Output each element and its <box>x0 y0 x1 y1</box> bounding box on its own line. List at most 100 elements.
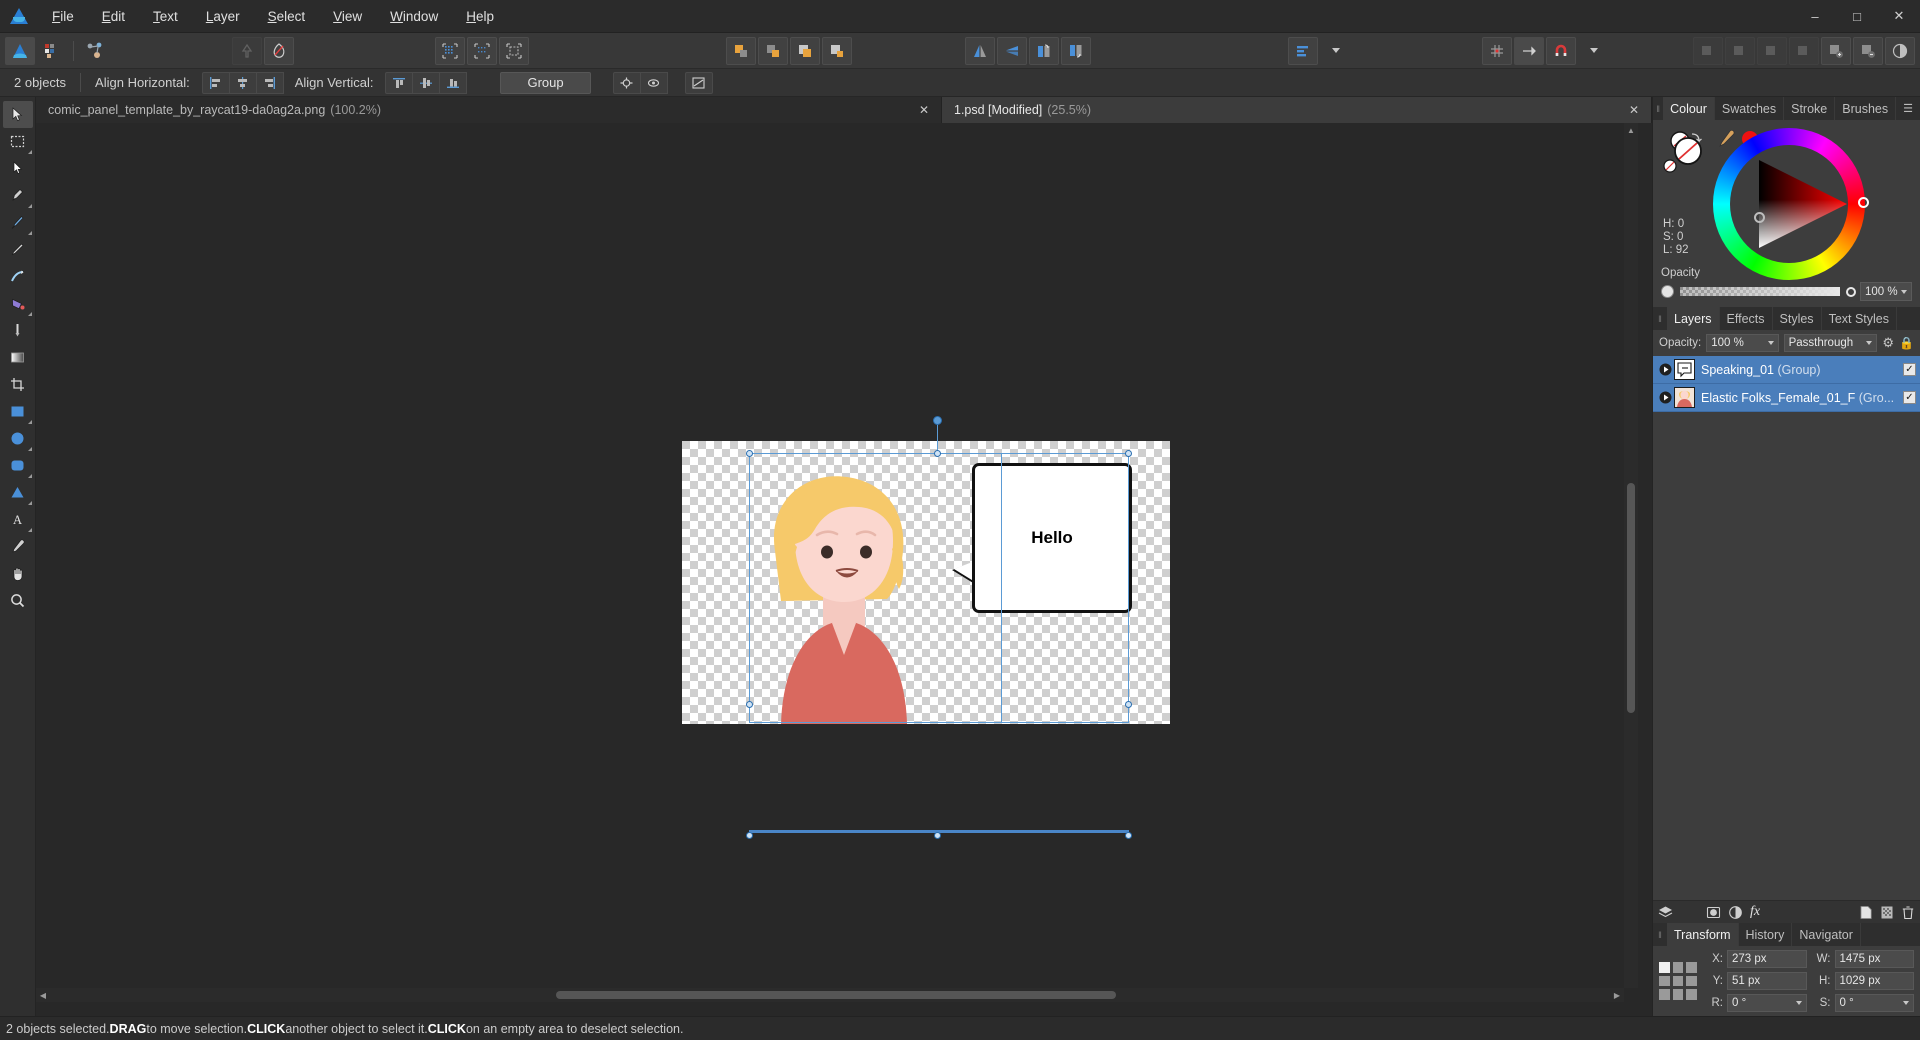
redo-icon[interactable] <box>264 36 295 65</box>
colour-wheel[interactable] <box>1713 128 1869 280</box>
rotation-handle[interactable] <box>933 416 942 425</box>
tab-swatches[interactable]: Swatches <box>1715 97 1785 120</box>
layer-stack-icon[interactable] <box>1658 905 1673 920</box>
move-back-icon[interactable] <box>822 36 853 65</box>
move-tool-icon[interactable] <box>2 101 33 128</box>
scroll-right-arrow[interactable]: ▶ <box>1610 988 1624 1002</box>
pen-tool-icon[interactable] <box>3 182 33 209</box>
zoom-pixel-icon[interactable] <box>1757 36 1787 65</box>
layer-visibility-checkbox[interactable]: ✓ <box>1903 363 1916 376</box>
persona-export-icon[interactable] <box>80 37 110 65</box>
menu-layer[interactable]: Layer <box>192 4 254 29</box>
vector-brush-tool-icon[interactable] <box>3 263 33 290</box>
align-center-vertical-icon[interactable] <box>412 71 441 94</box>
zoom-fit-icon[interactable] <box>1693 36 1723 65</box>
selection-handle-tr[interactable] <box>1125 450 1132 457</box>
selection-handle-bm[interactable] <box>934 832 941 839</box>
rotate-right-icon[interactable] <box>1061 36 1092 65</box>
sv-handle[interactable] <box>1754 212 1765 223</box>
pixel-selection-icon[interactable] <box>435 36 466 65</box>
zoom-in-icon[interactable] <box>1821 36 1851 65</box>
document-tab-psd-close[interactable]: ✕ <box>1611 103 1639 117</box>
canvas-vertical-scrollbar[interactable]: ▲ <box>1624 123 1638 988</box>
blend-mode-caret-icon[interactable] <box>1866 341 1873 345</box>
blend-mode-field[interactable]: Passthrough <box>1783 334 1878 352</box>
expand-layer-icon[interactable] <box>1657 363 1674 376</box>
close-button[interactable]: ✕ <box>1878 0 1920 32</box>
layer-visibility-checkbox[interactable]: ✓ <box>1903 391 1916 404</box>
rounded-rectangle-tool-icon[interactable] <box>3 452 33 479</box>
layers-panel-grip[interactable]: ‖ <box>1653 307 1667 330</box>
selection-handle-br[interactable] <box>1125 832 1132 839</box>
scroll-left-arrow[interactable]: ◀ <box>36 988 50 1002</box>
document-tab-psd[interactable]: 1.psd [Modified] (25.5%) ✕ <box>942 97 1653 123</box>
document-tab-png-close[interactable]: ✕ <box>901 103 929 117</box>
alignment-icon[interactable] <box>1287 36 1318 65</box>
lock-icon[interactable]: 🔒 <box>1899 336 1914 350</box>
transform-h-field[interactable]: 1029 px <box>1834 972 1914 990</box>
hide-align-icon[interactable] <box>639 71 668 94</box>
refine-selection-icon[interactable] <box>467 36 498 65</box>
add-mask-icon[interactable] <box>1880 905 1894 920</box>
document-tab-png[interactable]: comic_panel_template_by_raycat19-da0ag2a… <box>36 97 942 123</box>
table-row[interactable]: Elastic Folks_Female_01_F (Gro... ✓ <box>1653 384 1920 412</box>
horizontal-scroll-thumb[interactable] <box>556 991 1116 999</box>
transform-r-field[interactable]: 0 ° <box>1727 994 1807 1012</box>
move-backward-icon[interactable] <box>790 36 821 65</box>
table-row[interactable]: Speaking_01 (Group) ✓ <box>1653 356 1920 384</box>
pencil-tool-icon[interactable] <box>3 236 33 263</box>
transform-r-caret-icon[interactable] <box>1795 1001 1802 1005</box>
zoom-selection-icon[interactable] <box>1789 36 1819 65</box>
maximize-button[interactable]: □ <box>1836 0 1878 32</box>
layer-opacity-field[interactable]: 100 % <box>1706 334 1779 352</box>
canvas-horizontal-scrollbar[interactable]: ◀ ▶ <box>36 988 1624 1002</box>
view-pan-tool-icon[interactable] <box>3 560 33 587</box>
hue-handle[interactable] <box>1858 197 1869 208</box>
snapping-caret[interactable] <box>1578 37 1608 65</box>
menu-view[interactable]: View <box>319 4 376 29</box>
rectangle-tool-icon[interactable] <box>3 398 33 425</box>
selection-from-layer-icon[interactable] <box>499 36 530 65</box>
transform-w-field[interactable]: 1475 px <box>1834 950 1914 968</box>
tab-transform[interactable]: Transform <box>1667 923 1739 946</box>
scroll-up-arrow[interactable]: ▲ <box>1624 123 1638 137</box>
tab-text-styles[interactable]: Text Styles <box>1822 307 1897 330</box>
menu-select[interactable]: Select <box>254 4 320 29</box>
menu-edit[interactable]: Edit <box>88 4 139 29</box>
zoom-out-icon[interactable] <box>1853 36 1883 65</box>
layer-name[interactable]: Speaking_01 (Group) <box>1701 363 1821 377</box>
transform-x-field[interactable]: 273 px <box>1727 950 1807 968</box>
canvas-surface[interactable]: Hello ▲ ◀ ▶ <box>36 123 1638 1002</box>
selection-handle-ml[interactable] <box>746 701 753 708</box>
opacity-slider-handle[interactable] <box>1846 286 1856 297</box>
opacity-value-field[interactable]: 100 % <box>1860 282 1912 301</box>
transform-anchor-selector[interactable] <box>1659 962 1697 1000</box>
zoom-tool-icon[interactable] <box>3 587 33 614</box>
transform-s-field[interactable]: 0 ° <box>1834 994 1914 1012</box>
align-to-target-icon[interactable] <box>612 71 641 94</box>
fill-tool-icon[interactable] <box>3 290 33 317</box>
transform-panel-grip[interactable]: ‖ <box>1653 923 1667 946</box>
align-left-icon[interactable] <box>201 71 230 94</box>
align-center-horizontal-icon[interactable] <box>228 71 257 94</box>
selection-handle-tl[interactable] <box>746 450 753 457</box>
show-snapping-axis-icon[interactable] <box>1513 36 1544 65</box>
opacity-slider[interactable] <box>1680 287 1840 296</box>
move-front-icon[interactable] <box>726 36 757 65</box>
marquee-select-tool-icon[interactable] <box>3 128 33 155</box>
rotate-left-icon[interactable] <box>1029 36 1060 65</box>
zoom-actual-icon[interactable] <box>1725 36 1755 65</box>
selection-handle-bl[interactable] <box>746 832 753 839</box>
gradient-tool-icon[interactable] <box>3 344 33 371</box>
menu-file[interactable]: File <box>38 4 88 29</box>
distribute-icon[interactable] <box>684 71 713 94</box>
tab-layers[interactable]: Layers <box>1667 307 1720 330</box>
triangle-tool-icon[interactable] <box>3 479 33 506</box>
move-forward-icon[interactable] <box>758 36 789 65</box>
selection-handle-mr[interactable] <box>1125 701 1132 708</box>
align-top-icon[interactable] <box>385 71 414 94</box>
preview-mode-icon[interactable] <box>1885 36 1915 65</box>
undo-icon[interactable] <box>232 36 263 65</box>
layer-list[interactable]: Speaking_01 (Group) ✓ Elastic Folks_Fema… <box>1653 356 1920 900</box>
transform-y-field[interactable]: 51 px <box>1727 972 1807 990</box>
